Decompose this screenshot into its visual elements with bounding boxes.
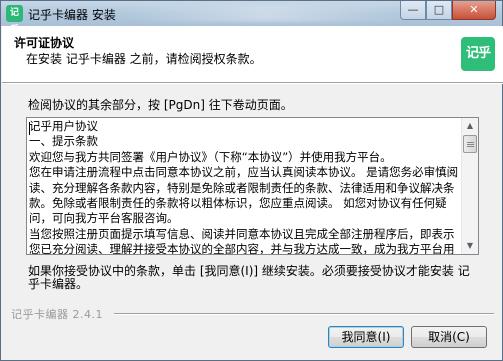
- installer-window: 记乎 记乎卡编器 安装 — □ ✕ 许可证协议 在安装 记乎卡编器 之前，请检阅…: [0, 0, 503, 361]
- license-scrollbar[interactable]: ▲ ▼: [461, 118, 478, 254]
- window-controls: — □ ✕: [400, 1, 496, 20]
- license-text: 记乎用户协议 一、提示条款 欢迎您与我方共同签署《用户协议》（下称“本协议”）并…: [29, 119, 459, 255]
- accept-instruction: 如果你接受协议中的条款，单击 [我同意(I)] 继续安装。必须要接受协议才能安装…: [28, 264, 470, 291]
- title-bar-blur: [121, 4, 411, 22]
- minimize-button[interactable]: —: [400, 1, 426, 20]
- scroll-down-arrow-icon[interactable]: ▼: [462, 238, 478, 254]
- app-icon: 记乎: [6, 5, 23, 35]
- instruction-text: 检阅协议的其余部分，按 [PgDn] 往下卷动页面。: [28, 98, 293, 112]
- app-logo-icon: 记乎: [461, 37, 495, 71]
- scroll-up-arrow-icon[interactable]: ▲: [462, 118, 478, 134]
- title-bar[interactable]: 记乎 记乎卡编器 安装 — □ ✕: [1, 1, 502, 35]
- thumb-grip-icon: [467, 142, 474, 143]
- header-divider: [2, 83, 503, 84]
- brand-version: 记乎卡编器 2.4.1: [11, 308, 103, 321]
- agree-button[interactable]: 我同意(I): [328, 326, 404, 348]
- page-title: 许可证协议: [14, 36, 75, 50]
- close-button[interactable]: ✕: [452, 1, 496, 20]
- cancel-button[interactable]: 取消(C): [411, 326, 487, 348]
- page-subtitle: 在安装 记乎卡编器 之前，请检阅授权条款。: [26, 52, 262, 66]
- footer-divider: [114, 313, 494, 315]
- scroll-thumb[interactable]: [463, 135, 477, 153]
- maximize-button[interactable]: □: [426, 1, 452, 20]
- text-caret: [29, 122, 30, 135]
- license-textbox[interactable]: 记乎用户协议 一、提示条款 欢迎您与我方共同签署《用户协议》（下称“本协议”）并…: [26, 117, 479, 255]
- page-header: 许可证协议 在安装 记乎卡编器 之前，请检阅授权条款。 记乎: [2, 26, 503, 83]
- window-title: 记乎卡编器 安装: [28, 8, 116, 22]
